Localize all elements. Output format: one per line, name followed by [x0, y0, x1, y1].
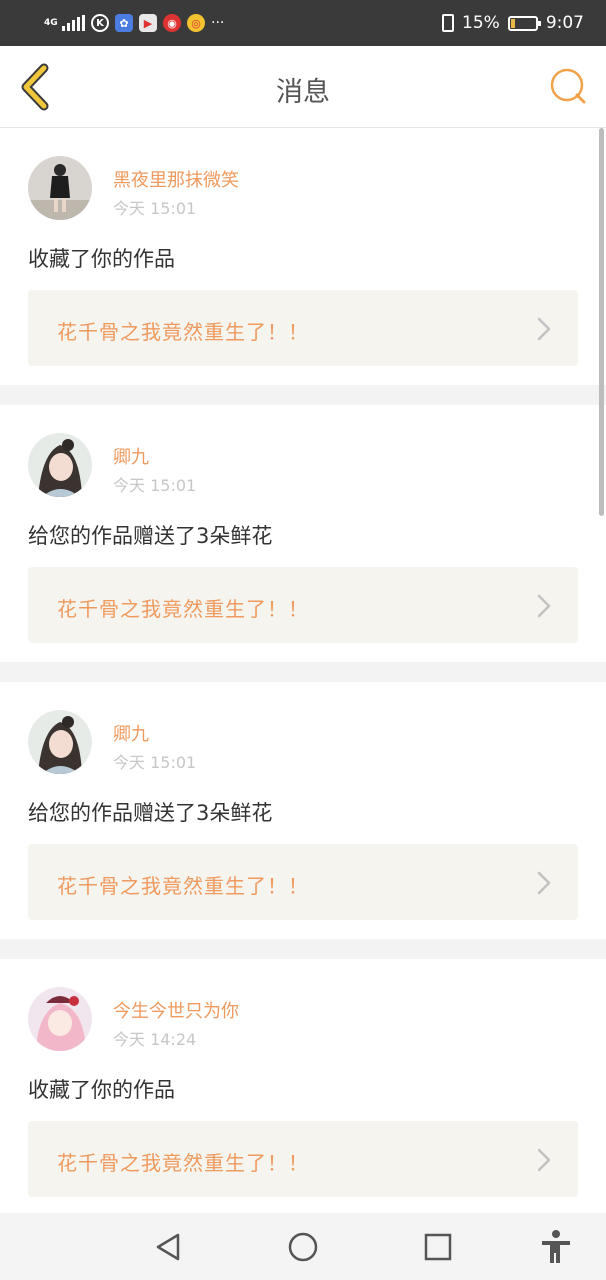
work-title: 花千骨之我竟然重生了！！	[57, 320, 309, 344]
message-time: 今天 15:01	[113, 753, 197, 772]
status-bar: 4G K ✿ ▶ ◉ ◎ ··· 15% 9:07	[0, 0, 606, 46]
work-title: 花千骨之我竟然重生了！！	[57, 874, 309, 898]
system-nav-bar	[0, 1213, 606, 1280]
work-link[interactable]: 花千骨之我竟然重生了！！	[28, 1121, 578, 1197]
work-link[interactable]: 花千骨之我竟然重生了！！	[28, 567, 578, 643]
avatar[interactable]	[28, 710, 92, 774]
scrollbar[interactable]	[599, 128, 604, 516]
message-card: 卿九 今天 15:01 给您的作品赠送了3朵鲜花 花千骨之我竟然重生了！！	[0, 682, 606, 939]
battery-percent: 15%	[462, 13, 500, 33]
chevron-right-icon	[537, 317, 551, 341]
message-card: 黑夜里那抹微笑 今天 15:01 收藏了你的作品 花千骨之我竟然重生了！！	[0, 128, 606, 385]
home-circle-icon[interactable]	[283, 1227, 323, 1267]
work-title: 花千骨之我竟然重生了！！	[57, 597, 309, 621]
user-name[interactable]: 黑夜里那抹微笑	[113, 166, 239, 192]
message-card: 今生今世只为你 今天 14:24 收藏了你的作品 花千骨之我竟然重生了！！	[0, 959, 606, 1213]
avatar[interactable]	[28, 987, 92, 1051]
header: 消息	[0, 46, 606, 128]
recents-square-icon[interactable]	[418, 1227, 458, 1267]
more-notifications-icon: ···	[211, 15, 225, 31]
message-time: 今天 15:01	[113, 476, 197, 495]
chevron-right-icon	[537, 594, 551, 618]
battery-icon	[507, 15, 541, 31]
chevron-right-icon	[537, 871, 551, 895]
user-name[interactable]: 卿九	[113, 720, 149, 746]
clock: 9:07	[545, 13, 584, 33]
avatar[interactable]	[28, 433, 92, 497]
target-icon: ◉	[163, 14, 181, 32]
message-time: 今天 15:01	[113, 199, 197, 218]
search-icon[interactable]	[548, 66, 588, 106]
message-action: 给您的作品赠送了3朵鲜花	[28, 801, 273, 825]
user-name[interactable]: 今生今世只为你	[113, 997, 239, 1023]
message-action: 收藏了你的作品	[28, 247, 175, 271]
page-title: 消息	[276, 77, 330, 108]
app-icon: ▶	[139, 14, 157, 32]
k-icon: K	[91, 14, 109, 32]
work-link[interactable]: 花千骨之我竟然重生了！！	[28, 844, 578, 920]
signal-icon	[62, 15, 85, 31]
message-card: 卿九 今天 15:01 给您的作品赠送了3朵鲜花 花千骨之我竟然重生了！！	[0, 405, 606, 662]
chevron-right-icon	[537, 1148, 551, 1172]
battery-level	[510, 18, 515, 28]
message-action: 收藏了你的作品	[28, 1078, 175, 1102]
paw-icon: ✿	[115, 14, 133, 32]
user-name[interactable]: 卿九	[113, 443, 149, 469]
message-list[interactable]: 黑夜里那抹微笑 今天 15:01 收藏了你的作品 花千骨之我竟然重生了！！ 卿九…	[0, 128, 606, 1213]
message-action: 给您的作品赠送了3朵鲜花	[28, 524, 273, 548]
avatar[interactable]	[28, 156, 92, 220]
vibrate-icon	[442, 14, 455, 32]
weibo-icon: ◎	[187, 14, 205, 32]
back-triangle-icon[interactable]	[148, 1227, 188, 1267]
network-type: 4G	[44, 17, 58, 28]
message-time: 今天 14:24	[113, 1030, 197, 1049]
accessibility-icon[interactable]	[536, 1227, 576, 1267]
work-link[interactable]: 花千骨之我竟然重生了！！	[28, 290, 578, 366]
work-title: 花千骨之我竟然重生了！！	[57, 1151, 309, 1175]
